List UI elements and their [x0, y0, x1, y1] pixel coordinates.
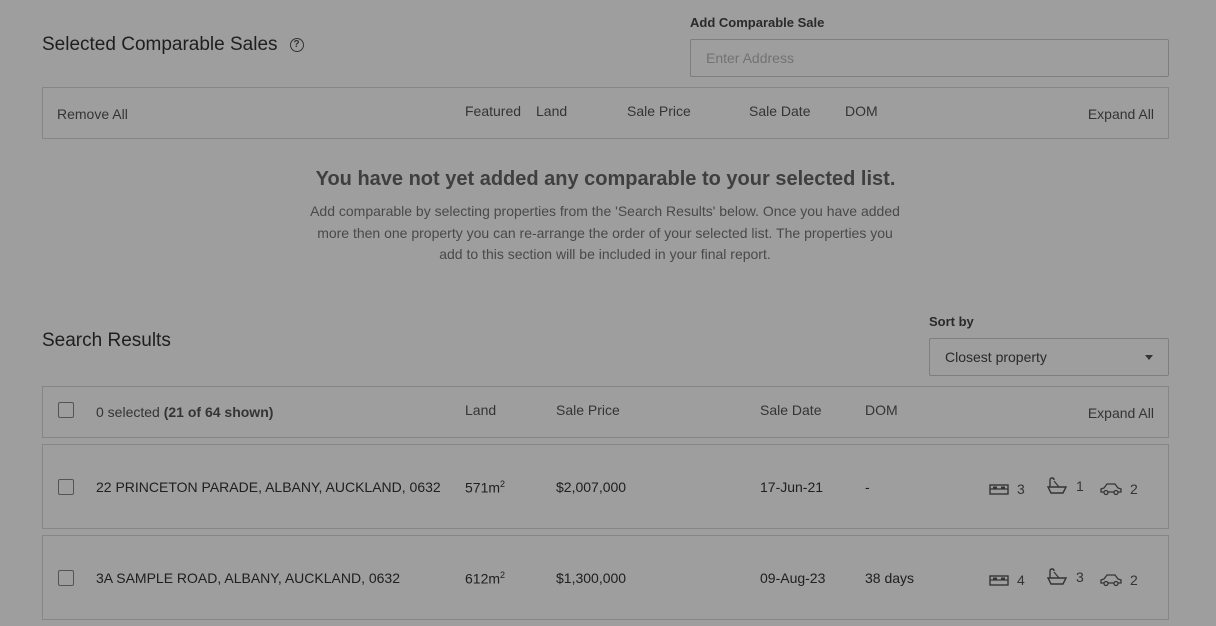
land-area: 612m2 [465, 570, 505, 587]
add-comparable-label: Add Comparable Sale [690, 15, 825, 30]
bathrooms-count: 3 [1076, 569, 1084, 585]
row-checkbox[interactable] [58, 479, 74, 495]
col-land: Land [536, 103, 568, 119]
bathrooms: 3 [1046, 568, 1084, 586]
selected-title-text: Selected Comparable Sales [42, 34, 278, 55]
sale-price: $1,300,000 [556, 570, 627, 586]
selection-count: 0 selected (21 of 64 shown) [96, 404, 273, 420]
shown-count-text: (21 of 64 shown) [163, 404, 274, 420]
selected-count-text: 0 selected [96, 404, 160, 420]
carparks-count: 2 [1130, 572, 1138, 588]
days-on-market: - [865, 479, 870, 495]
select-all-checkbox[interactable] [58, 402, 74, 418]
land-area-value: 571m [465, 479, 501, 496]
col-sale-date: Sale Date [760, 402, 822, 418]
property-address[interactable]: 22 PRINCETON PARADE, ALBANY, AUCKLAND, 0… [96, 479, 441, 495]
bed-icon [989, 575, 1009, 586]
empty-state-title: You have not yet added any comparable to… [315, 168, 896, 190]
col-dom: DOM [845, 103, 878, 119]
result-row[interactable]: 3A SAMPLE ROAD, ALBANY, AUCKLAND, 0632 6… [42, 535, 1169, 620]
search-results-title: Search Results [42, 330, 171, 351]
carparks: 2 [1100, 572, 1138, 588]
expand-all-selected-button[interactable]: Expand All [1088, 106, 1154, 122]
selected-comparables-title: Selected Comparable Sales ? [42, 34, 304, 56]
col-sale-price: Sale Price [556, 402, 620, 418]
carparks: 2 [1100, 481, 1138, 497]
bath-icon [1046, 568, 1068, 585]
sale-date: 09-Aug-23 [760, 570, 826, 586]
sale-date: 17-Jun-21 [760, 479, 824, 495]
bedrooms: 4 [989, 572, 1025, 588]
sale-price: $2,007,000 [556, 479, 627, 495]
empty-state-description: Add comparable by selecting properties f… [310, 203, 900, 262]
page: Selected Comparable Sales ? Add Comparab… [0, 0, 1216, 626]
land-area-value: 612m [465, 570, 501, 587]
col-dom: DOM [865, 402, 898, 418]
address-search-input[interactable] [690, 39, 1169, 77]
bed-icon [989, 484, 1009, 495]
col-land: Land [465, 402, 497, 418]
col-sale-price: Sale Price [627, 103, 691, 119]
property-address[interactable]: 3A SAMPLE ROAD, ALBANY, AUCKLAND, 0632 [96, 570, 400, 586]
land-area: 571m2 [465, 479, 505, 496]
bedrooms: 3 [989, 481, 1025, 497]
car-icon [1100, 574, 1122, 587]
sort-by-value: Closest property [945, 349, 1047, 365]
carparks-count: 2 [1130, 481, 1138, 497]
land-area-sup: 2 [500, 570, 506, 580]
col-sale-date: Sale Date [749, 103, 811, 119]
days-on-market: 38 days [865, 570, 915, 586]
remove-all-button[interactable]: Remove All [57, 106, 128, 122]
col-featured: Featured [465, 103, 522, 119]
question-circle-icon[interactable]: ? [289, 38, 304, 52]
bedrooms-count: 3 [1017, 481, 1025, 497]
sort-by-label: Sort by [929, 314, 974, 329]
bathrooms-count: 1 [1076, 478, 1084, 494]
sort-by-select[interactable]: Closest property [929, 338, 1169, 376]
bathrooms: 1 [1046, 477, 1084, 495]
selected-list-header: Remove All Featured Land Sale Price Sale… [42, 87, 1169, 139]
caret-down-icon [1145, 354, 1153, 360]
land-area-sup: 2 [500, 479, 506, 489]
car-icon [1100, 483, 1122, 496]
row-checkbox[interactable] [58, 570, 74, 586]
result-row[interactable]: 22 PRINCETON PARADE, ALBANY, AUCKLAND, 0… [42, 444, 1169, 529]
search-results-header: 0 selected (21 of 64 shown) Land Sale Pr… [42, 386, 1169, 438]
expand-all-results-button[interactable]: Expand All [1088, 405, 1154, 421]
bath-icon [1046, 477, 1068, 494]
bedrooms-count: 4 [1017, 572, 1025, 588]
